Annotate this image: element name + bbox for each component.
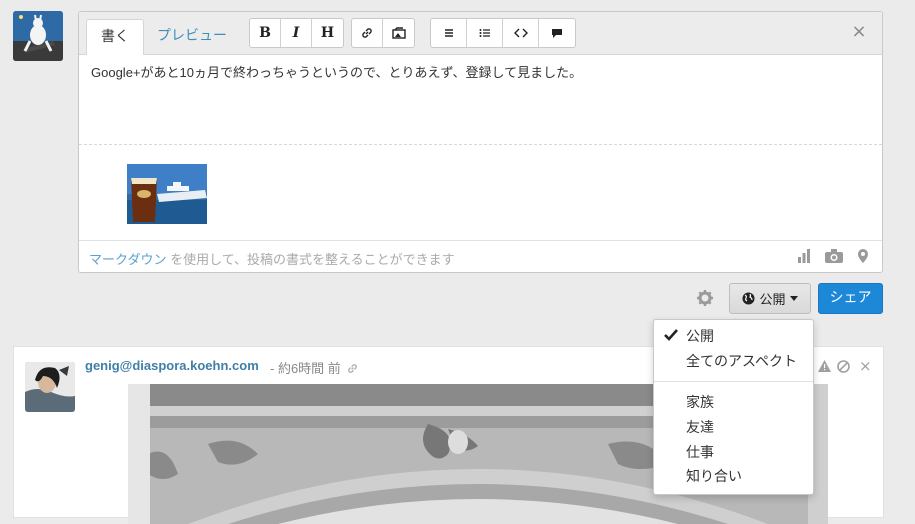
hide-post-icon[interactable]: × [859,357,872,375]
heading-button[interactable]: H [312,19,343,47]
bold-icon: B [259,25,271,41]
quote-icon [552,28,562,38]
heading-icon: H [320,25,335,41]
divider [79,144,882,145]
block-icon[interactable] [837,360,850,377]
code-icon [513,28,528,38]
check-icon [664,329,678,341]
photo-thumbnail[interactable] [127,164,207,224]
menu-item-public[interactable]: 公開 [686,326,714,346]
visibility-label: 公開 [759,293,786,308]
post-author-avatar[interactable] [25,362,75,412]
menu-item-all-aspects[interactable]: 全てのアスペクト [686,351,797,371]
editor-tab-bar: 書く プレビュー B I H × [79,12,882,55]
editor-footer: マークダウン を使用して、投稿の書式を整えることができます [79,240,882,273]
gear-icon[interactable] [697,290,713,306]
quote-button[interactable] [539,19,575,47]
menu-item-family[interactable]: 家族 [686,392,714,412]
tab-write[interactable]: 書く [86,19,144,55]
bold-button[interactable]: B [250,19,281,47]
user-avatar[interactable] [13,11,63,61]
italic-button[interactable]: I [281,19,312,47]
ordered-list-button[interactable] [431,19,467,47]
camera-icon[interactable] [825,249,843,267]
bullet-list-button[interactable] [467,19,503,47]
menu-divider [654,381,813,382]
globe-icon [742,292,755,305]
post-text-input[interactable]: Google+があと10ヵ月で終わっちゃうというので、とりあえず、登録して見まし… [91,62,871,81]
insert-toolbar-group [351,18,415,48]
menu-item-work[interactable]: 仕事 [686,442,714,462]
warning-icon[interactable] [818,360,831,376]
post-time-text[interactable]: - 約6時間 前 [270,361,341,376]
post-editor: 書く プレビュー B I H × Google+があと10ヵ月で終わっちゃうとい… [78,11,883,273]
close-icon[interactable]: × [849,22,869,42]
visibility-dropdown-button[interactable]: 公開 [729,283,811,314]
poll-icon[interactable] [797,249,811,267]
post-timestamp: - 約6時間 前 [270,358,358,377]
bullet-list-icon [479,29,490,37]
location-icon[interactable] [858,249,868,267]
block-toolbar-group [430,18,576,48]
markdown-hint-text: を使用して、投稿の書式を整えることができます [166,252,455,267]
caret-down-icon [789,296,798,301]
visibility-dropdown-menu: 公開 全てのアスペクト 家族 友達 仕事 知り合い [653,319,814,495]
code-button[interactable] [503,19,539,47]
italic-icon: I [292,25,300,41]
tab-preview[interactable]: プレビュー [153,19,231,54]
image-button[interactable] [383,19,414,47]
post-author-link[interactable]: genig@diaspora.koehn.com [85,358,259,373]
markdown-hint: マークダウン を使用して、投稿の書式を整えることができます [89,249,455,268]
format-toolbar-group: B I H [249,18,344,48]
markdown-link[interactable]: マークダウン [89,252,166,267]
link-icon [362,28,372,38]
link-button[interactable] [352,19,383,47]
permalink-icon[interactable] [347,363,358,374]
menu-item-friends[interactable]: 友達 [686,417,714,437]
image-icon [391,27,406,39]
ordered-list-icon [444,29,453,37]
share-button[interactable]: シェア [818,283,883,314]
menu-item-acquaintances[interactable]: 知り合い [686,466,742,486]
